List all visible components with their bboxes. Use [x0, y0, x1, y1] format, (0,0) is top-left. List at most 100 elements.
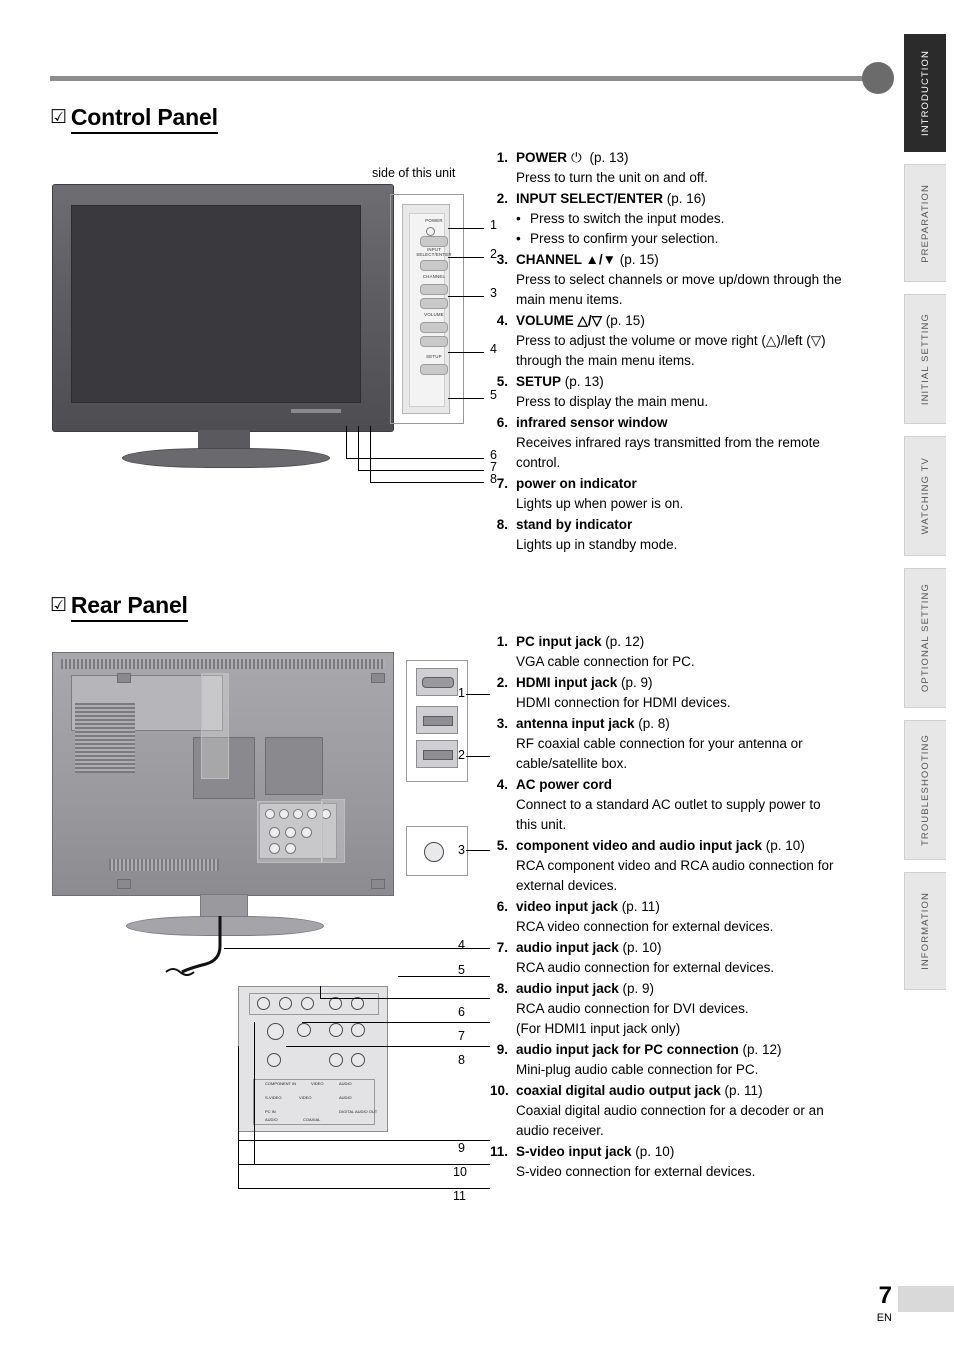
leader-8-v [370, 426, 371, 482]
list-item-reference: (p. 8) [638, 716, 670, 731]
list-item-reference: (p. 15) [605, 313, 645, 328]
list-item-title: PC input jack [516, 634, 602, 649]
list-item: 5. component video and audio input jack (… [490, 836, 910, 896]
dvi-audio-r-jack[interactable] [351, 1053, 365, 1067]
list-item-number: 6. [496, 899, 508, 914]
section-title-text: Control Panel [70, 104, 218, 134]
side-tab-introduction[interactable]: INTRODUCTION [904, 34, 946, 152]
list-item-line: Press to turn the unit on and off. [516, 170, 708, 185]
list-item-title: audio input jack for PC connection [516, 1042, 739, 1057]
power-button[interactable] [420, 236, 448, 247]
antenna-input-jack[interactable] [424, 842, 444, 862]
side-tab-watching-tv[interactable]: WATCHING TV [904, 436, 946, 556]
checkbox-icon: ☑ [50, 107, 67, 128]
list-item: 8. stand by indicator Lights up in standby… [490, 515, 910, 555]
list-item-title: antenna input jack [516, 716, 635, 731]
page-language-code: EN [876, 1312, 892, 1324]
hdmi-input-jack-1[interactable] [416, 706, 458, 734]
list-item-body: HDMI input jack (p. 9) HDMI connection fo… [516, 673, 910, 713]
list-item: 2. INPUT SELECT/ENTER (p. 16) • Press to sw… [490, 189, 910, 249]
list-item-body: POWER ⏻ (p. 13) Press to turn the unit on … [516, 148, 910, 188]
rear-screw-c [117, 673, 131, 683]
list-item-line: S-video connection for external devices. [516, 1164, 756, 1179]
channel-up-button[interactable] [420, 284, 448, 295]
tv-front-body [52, 184, 394, 432]
pc-audio-input-jack[interactable] [267, 1053, 281, 1067]
component-pr-jack[interactable] [301, 997, 314, 1010]
volume-up-button[interactable] [420, 322, 448, 333]
video-input-jack[interactable] [297, 1023, 311, 1037]
list-control-panel-items: 1. POWER ⏻ (p. 13) Press to turn the unit o… [490, 148, 910, 556]
list-item-reference: (p. 11) [724, 1083, 763, 1098]
list-item-reference: (p. 13) [589, 150, 629, 165]
leader-rear-6-v [320, 986, 321, 998]
list-item-number: 4. [496, 777, 508, 792]
section-heading-control-panel: ☑ Control Panel [50, 104, 218, 134]
label-input-select: INPUT SELECT/ENTER [416, 247, 452, 257]
list-item-reference: (p. 10) [622, 940, 662, 955]
list-item: 3. antenna input jack (p. 8) RF coaxial ca… [490, 714, 910, 774]
callout-rear-3: 3 [458, 843, 465, 857]
side-tab-optional-setting[interactable]: OPTIONAL SETTING [904, 568, 946, 708]
side-tab-preparation[interactable]: PREPARATION [904, 164, 946, 282]
audio-input-l-jack[interactable] [329, 1023, 343, 1037]
dvi-audio-l-jack[interactable] [329, 1053, 343, 1067]
list-item-body: CHANNEL ▲/▼ (p. 15) Press to select chann… [516, 250, 910, 310]
list-item-number: 5. [496, 838, 508, 853]
jack-cluster-zoom: COMPONENT IN VIDEO AUDIO S-VIDEO VIDEO A… [238, 986, 388, 1132]
figure-note-side-of-unit: side of this unit [372, 166, 456, 180]
callout-rear-11: 11 [453, 1189, 466, 1203]
list-item-number: 9. [496, 1042, 508, 1057]
bullet-icon: • [516, 231, 521, 246]
section-title-text: Rear Panel [70, 592, 188, 622]
list-item-reference: (p. 9) [622, 981, 655, 996]
label-volume: VOLUME [424, 312, 444, 317]
hdmi-input-jack-2[interactable] [416, 740, 458, 768]
list-item-body: stand by indicator Lights up in standby m… [516, 515, 910, 555]
leader-2 [448, 257, 484, 258]
list-item: 11. S-video input jack (p. 10) S-video con… [490, 1142, 910, 1182]
list-item-number: 11. [490, 1144, 509, 1159]
audio-input-r-jack[interactable] [351, 1023, 365, 1037]
pc-input-jack[interactable] [416, 668, 458, 696]
callout-rear-2: 2 [458, 748, 465, 762]
rear-screw-b [371, 879, 385, 889]
list-item-number: 3. [496, 252, 508, 267]
list-item-body: video input jack (p. 11) RCA video connec… [516, 897, 910, 937]
jacklabel-audio-2: AUDIO [339, 1095, 352, 1100]
leader-7-h [358, 470, 484, 471]
leader-rear-9 [238, 1140, 490, 1141]
list-item-title: S-video input jack [516, 1144, 632, 1159]
list-item: 6. infrared sensor window Receives infrare… [490, 413, 910, 473]
component-pb-jack[interactable] [279, 997, 292, 1010]
list-rear-panel-items: 1. PC input jack (p. 12) VGA cable connect… [490, 632, 910, 1183]
setup-button[interactable] [420, 364, 448, 375]
list-item-line: through the main menu items. [516, 353, 695, 368]
leader-rear-5-h [398, 976, 490, 977]
side-tab-information[interactable]: INFORMATION [904, 872, 946, 990]
jacklabel-pcin: PC IN [265, 1109, 276, 1114]
list-item-title: audio input jack [516, 981, 619, 996]
volume-down-button[interactable] [420, 336, 448, 347]
list-item-line: Press to display the main menu. [516, 394, 709, 409]
callout-rear-5: 5 [458, 963, 465, 977]
input-select-button[interactable] [420, 260, 448, 271]
s-video-input-jack[interactable] [267, 1023, 284, 1040]
list-item-line: RCA audio connection for DVI devices. [516, 1001, 749, 1016]
list-item-number: 6. [496, 415, 508, 430]
callout-rear-1: 1 [458, 686, 465, 700]
list-item-reference: (p. 15) [619, 252, 659, 267]
channel-down-button[interactable] [420, 298, 448, 309]
control-strip: POWER INPUT SELECT/ENTER CHANNEL VOLUME … [402, 204, 452, 414]
list-item-title: SETUP [516, 374, 562, 389]
header-dot [862, 62, 894, 94]
side-tab-initial-setting[interactable]: INITIAL SETTING [904, 294, 946, 424]
list-item-title: infrared sensor window [516, 415, 668, 430]
side-tab-label: INITIAL SETTING [920, 312, 931, 406]
side-tab-troubleshooting[interactable]: TROUBLESHOOTING [904, 720, 946, 860]
list-item-reference: (p. 11) [621, 899, 660, 914]
component-y-jack[interactable] [257, 997, 270, 1010]
list-item: 9. audio input jack for PC connection (p.… [490, 1040, 910, 1080]
page-number-tab [898, 1286, 954, 1312]
list-item-body: component video and audio input jack (p.… [516, 836, 910, 896]
